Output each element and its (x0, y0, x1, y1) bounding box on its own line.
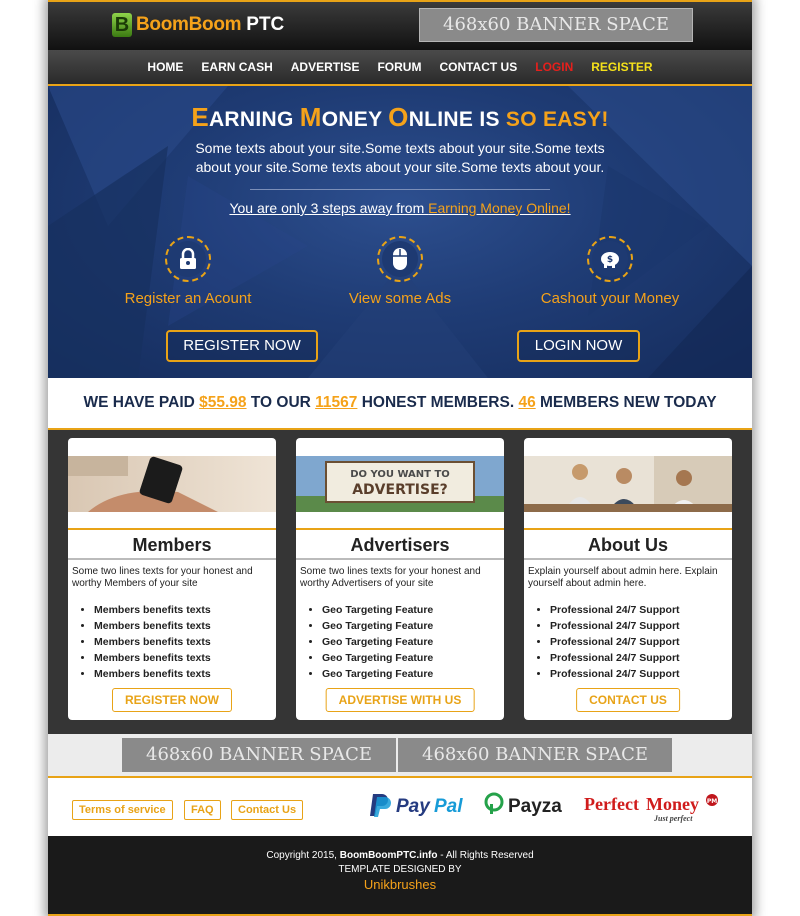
members-card: Members Some two lines texts for your ho… (68, 438, 276, 720)
list-item: Members benefits texts (94, 634, 276, 650)
svg-text:Pal: Pal (434, 796, 463, 817)
step-cashout: $ Cashout your Money (520, 236, 700, 307)
list-item: Professional 24/7 Support (550, 634, 732, 650)
hero-description: Some texts about your site.Some texts ab… (195, 140, 605, 175)
list-item: Professional 24/7 Support (550, 666, 732, 682)
step-cashout-label: Cashout your Money (540, 290, 680, 307)
contact-us-link[interactable]: Contact Us (231, 800, 304, 820)
about-us-card-image (524, 456, 732, 512)
svg-text:Just perfect: Just perfect (653, 814, 693, 823)
hero-steps-line: You are only 3 steps away from Earning M… (229, 200, 571, 216)
faq-link[interactable]: FAQ (184, 800, 221, 820)
logo-mark: B (112, 13, 132, 37)
nav-earn-cash[interactable]: EARN CASH (201, 60, 272, 74)
nav-forum[interactable]: FORUM (377, 60, 421, 74)
login-now-button[interactable]: LOGIN NOW (517, 330, 640, 362)
banner-row: 468x60 BANNER SPACE 468x60 BANNER SPACE (48, 734, 752, 778)
list-item: Professional 24/7 Support (550, 650, 732, 666)
banner-space-right[interactable]: 468x60 BANNER SPACE (398, 738, 672, 772)
designed-by-text: TEMPLATE DESIGNED BY (338, 864, 462, 875)
footer-links-row: Terms of service FAQ Contact Us Pay Pal … (48, 778, 752, 836)
member-count-value: 11567 (315, 394, 358, 411)
list-item: Geo Targeting Feature (322, 602, 504, 618)
site-header: B BoomBoom PTC 468x60 BANNER SPACE (48, 0, 752, 50)
advertisers-features-list: Geo Targeting Feature Geo Targeting Feat… (322, 602, 504, 682)
hero-divider (250, 189, 550, 190)
logo-text-ptc: PTC (246, 14, 285, 35)
payout-stats-bar: WE HAVE PAID $55.98 TO OUR 11567 HONEST … (48, 378, 752, 430)
nav-advertise[interactable]: ADVERTISE (291, 60, 360, 74)
about-us-support-list: Professional 24/7 Support Professional 2… (550, 602, 732, 682)
paypal-logo: Pay Pal (370, 792, 470, 823)
list-item: Geo Targeting Feature (322, 650, 504, 666)
step-register: Register an Acount (98, 236, 278, 307)
step-register-label: Register an Acount (124, 290, 252, 307)
list-item: Professional 24/7 Support (550, 602, 732, 618)
list-item: Members benefits texts (94, 666, 276, 682)
hero-section: EARNING MONEY ONLINE IS SO EASY! Some te… (48, 86, 752, 378)
nav-login[interactable]: LOGIN (535, 60, 573, 74)
advertisers-card-title: Advertisers (296, 528, 504, 560)
list-item: Professional 24/7 Support (550, 618, 732, 634)
advertise-with-us-button[interactable]: ADVERTISE WITH US (325, 688, 475, 712)
svg-text:PM: PM (707, 798, 717, 805)
list-item: Members benefits texts (94, 650, 276, 666)
footer-site-name[interactable]: BoomBoomPTC.info (340, 850, 438, 861)
svg-text:ADVERTISE?: ADVERTISE? (352, 482, 448, 498)
payza-logo: Payza (484, 792, 570, 823)
register-now-button[interactable]: REGISTER NOW (166, 330, 318, 362)
about-us-card: About Us Explain yourself about admin he… (524, 438, 732, 720)
logo-text-boomboom: BoomBoom (136, 14, 242, 35)
logo[interactable]: B BoomBoom PTC (112, 12, 284, 38)
total-paid-value: $55.98 (199, 394, 247, 411)
svg-text:Payza: Payza (508, 796, 562, 817)
list-item: Members benefits texts (94, 602, 276, 618)
list-item: Geo Targeting Feature (322, 666, 504, 682)
list-item: Members benefits texts (94, 618, 276, 634)
about-us-card-title: About Us (524, 528, 732, 560)
svg-text:$: $ (607, 255, 613, 265)
about-us-card-description: Explain yourself about admin here. Expla… (528, 566, 718, 589)
new-members-today-value: 46 (518, 394, 536, 411)
header-banner-space[interactable]: 468x60 BANNER SPACE (419, 8, 693, 42)
piggy-bank-icon: $ (592, 241, 628, 277)
mouse-icon (382, 241, 418, 277)
main-nav: HOME EARN CASH ADVERTISE FORUM CONTACT U… (48, 50, 752, 86)
svg-text:Perfect: Perfect (584, 794, 639, 814)
nav-home[interactable]: HOME (147, 60, 183, 74)
nav-register[interactable]: REGISTER (591, 60, 652, 74)
members-card-image (68, 456, 276, 512)
svg-text:DO YOU WANT TO: DO YOU WANT TO (350, 469, 450, 480)
advertisers-card-description: Some two lines texts for your honest and… (300, 566, 481, 589)
feature-cards-area: Members Some two lines texts for your ho… (48, 430, 752, 734)
step-view-ads-label: View some Ads (348, 290, 452, 307)
hero-title: EARNING MONEY ONLINE IS SO EASY! (191, 102, 609, 132)
svg-text:Pay: Pay (396, 796, 431, 817)
perfect-money-logo: Perfect Money Just perfect PM (584, 792, 724, 829)
card-register-now-button[interactable]: REGISTER NOW (111, 688, 233, 712)
list-item: Geo Targeting Feature (322, 618, 504, 634)
nav-contact-us[interactable]: CONTACT US (439, 60, 517, 74)
copyright-text: Copyright 2015, BoomBoomPTC.info - All R… (266, 850, 534, 861)
members-card-description: Some two lines texts for your honest and… (72, 566, 253, 589)
terms-of-service-link[interactable]: Terms of service (72, 800, 173, 820)
advertisers-card: DO YOU WANT TO ADVERTISE? Advertisers So… (296, 438, 504, 720)
step-view-ads: View some Ads (310, 236, 490, 307)
earning-money-online-link[interactable]: Earning Money Online! (428, 200, 570, 216)
lock-icon (170, 241, 206, 277)
designer-name[interactable]: Unikbrushes (48, 877, 752, 892)
advertisers-card-image: DO YOU WANT TO ADVERTISE? (296, 456, 504, 512)
members-benefits-list: Members benefits texts Members benefits … (94, 602, 276, 682)
list-item: Geo Targeting Feature (322, 634, 504, 650)
site-footer: Copyright 2015, BoomBoomPTC.info - All R… (48, 836, 752, 916)
contact-us-button[interactable]: CONTACT US (576, 688, 680, 712)
page: B BoomBoom PTC 468x60 BANNER SPACE HOME … (48, 0, 752, 916)
svg-text:Money: Money (646, 794, 699, 814)
members-card-title: Members (68, 528, 276, 560)
banner-space-left[interactable]: 468x60 BANNER SPACE (122, 738, 396, 772)
